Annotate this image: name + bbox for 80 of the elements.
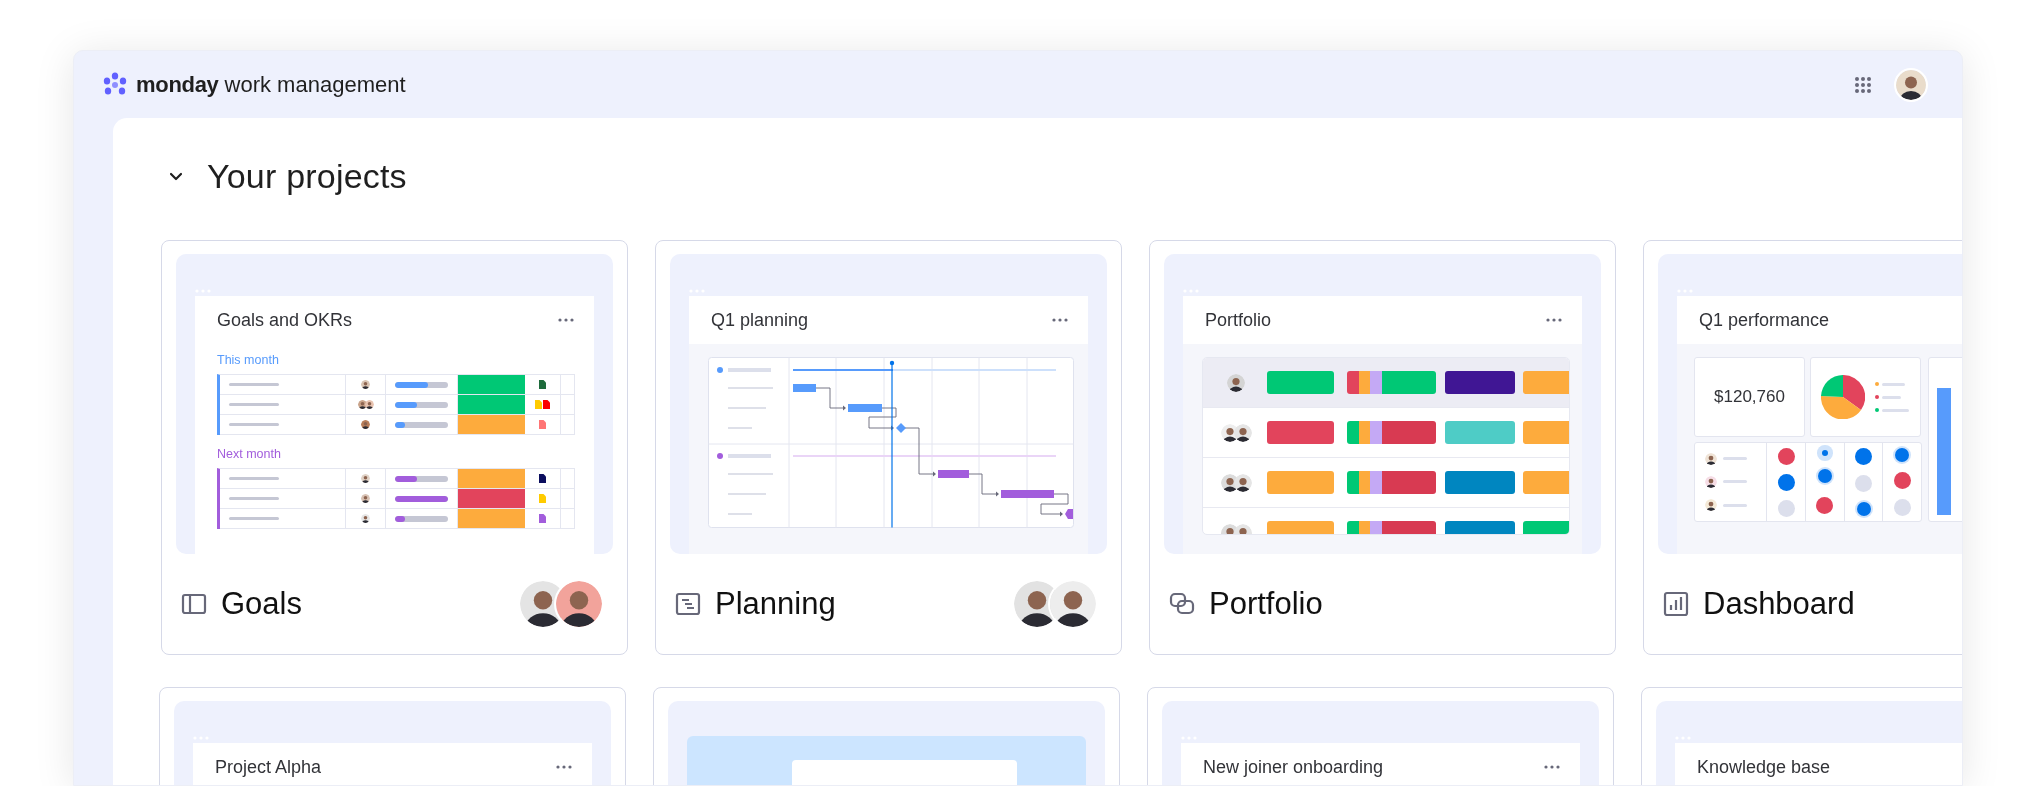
group-title: This month <box>217 352 280 368</box>
text-placeholder <box>1882 382 1905 386</box>
status-bar <box>1445 371 1515 394</box>
brand-name: monday <box>136 71 219 98</box>
product-name: work management <box>224 71 406 98</box>
dependency-arrow <box>815 387 846 411</box>
preview-title: Q1 performance <box>1699 309 1830 331</box>
text-placeholder <box>1882 408 1909 412</box>
text-placeholder <box>1723 457 1747 461</box>
preview-title: Project Alpha <box>215 756 322 778</box>
timeline-icon <box>675 591 701 617</box>
text-placeholder <box>1882 395 1901 399</box>
status-bar <box>1523 371 1569 394</box>
preview-title: Q1 planning <box>711 309 809 331</box>
milestone-icon <box>896 423 906 433</box>
text-placeholder <box>229 423 279 426</box>
preview-title: Portfolio <box>1205 309 1272 331</box>
text-placeholder <box>229 403 279 406</box>
preview-title: New joiner onboarding <box>1203 756 1384 778</box>
project-card[interactable]: Goals and OKRs This month Next month Goals <box>161 240 628 655</box>
section-title: Your projects <box>207 156 407 196</box>
avatar[interactable] <box>1894 67 1928 102</box>
project-card[interactable]: Project Alpha <box>159 687 626 785</box>
more-icon[interactable] <box>1546 318 1562 322</box>
more-icon[interactable] <box>558 318 574 322</box>
group-dot <box>717 453 723 459</box>
status-bar <box>1445 471 1515 494</box>
text-placeholder <box>229 477 279 480</box>
pie-chart-drawing <box>1821 375 1865 419</box>
progress-bar <box>395 421 448 428</box>
gantt-bar <box>938 470 969 478</box>
more-icon[interactable] <box>1544 765 1560 769</box>
group-dot <box>717 367 723 373</box>
project-card[interactable]: Portfolio Portfolio <box>1149 240 1616 655</box>
dependency-arrow <box>968 473 999 497</box>
more-icon[interactable] <box>556 765 572 769</box>
status-bar <box>1445 421 1515 444</box>
gantt-bar <box>793 384 816 392</box>
text-placeholder <box>229 383 279 386</box>
dependency-arrow <box>1040 493 1069 517</box>
progress-bar <box>395 475 448 482</box>
portfolio-row[interactable] <box>1203 358 1569 408</box>
status-bar <box>1267 371 1334 394</box>
project-card[interactable]: Q1 performance $120,760 Dashboard <box>1643 240 1962 655</box>
more-icon[interactable] <box>1052 318 1068 322</box>
project-card[interactable]: Q1 planning Planning <box>655 240 1122 655</box>
status-bar <box>1267 421 1334 444</box>
project-name: Portfolio <box>1209 586 1324 622</box>
status-bar <box>1523 421 1569 444</box>
group-title: Next month <box>217 446 282 462</box>
figure-value: $120,760 <box>1714 387 1785 407</box>
text-placeholder <box>728 454 771 458</box>
text-placeholder <box>229 497 279 500</box>
apps-grid-icon[interactable] <box>1854 75 1872 94</box>
bar-chart-icon <box>1663 591 1689 617</box>
status-bar <box>1523 471 1569 494</box>
progress-bar <box>395 495 448 502</box>
logo-icon[interactable] <box>102 71 128 98</box>
preview-title: Knowledge base <box>1697 756 1831 778</box>
text-placeholder <box>229 517 279 520</box>
progress-bar <box>395 515 448 522</box>
progress-bar <box>395 381 448 388</box>
dependency-arrow <box>868 407 897 431</box>
text-placeholder <box>728 368 771 372</box>
text-placeholder <box>1723 503 1747 507</box>
project-card[interactable]: New joiner onboarding <box>1147 687 1614 785</box>
project-name: Planning <box>715 586 837 622</box>
overlapping-squares-icon <box>1169 591 1195 617</box>
gantt-bar <box>848 404 882 412</box>
project-name: Dashboard <box>1703 586 1856 622</box>
project-name: Goals <box>221 586 303 622</box>
text-placeholder <box>1723 480 1747 484</box>
project-card[interactable]: Knowledge base <box>1641 687 1962 785</box>
status-bar <box>1267 471 1334 494</box>
board-icon <box>181 591 207 617</box>
gantt-bar <box>1001 490 1054 498</box>
dependency-arrow <box>904 427 936 477</box>
preview-title: Goals and OKRs <box>217 309 353 331</box>
progress-bar <box>395 401 448 408</box>
milestone-icon <box>1065 509 1073 519</box>
